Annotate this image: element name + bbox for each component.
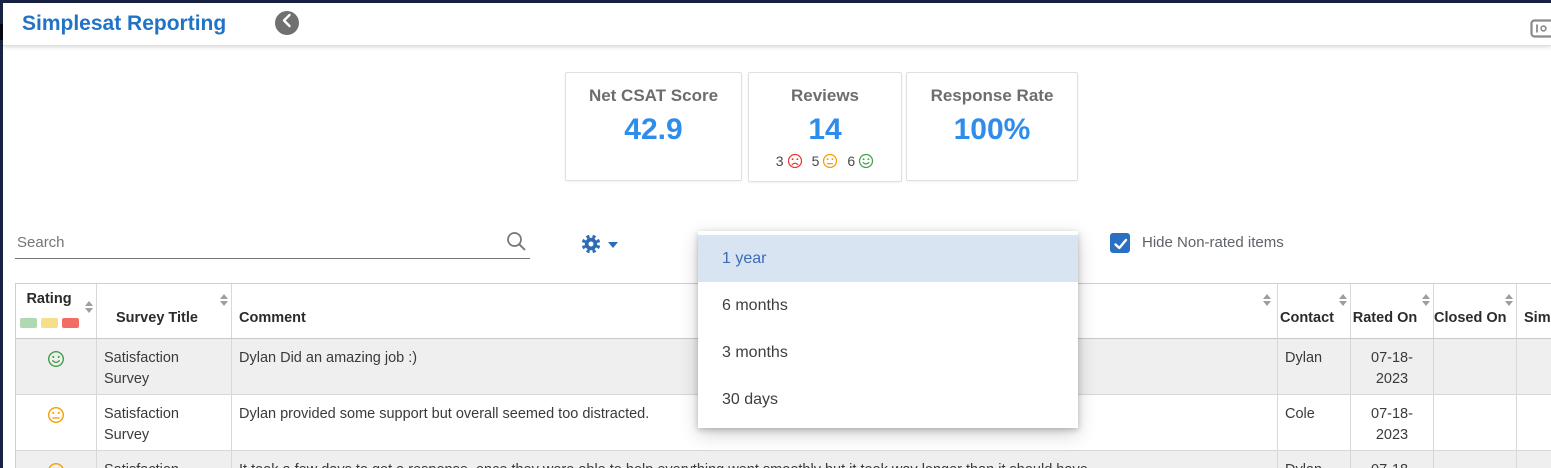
period-dropdown-menu: 1 year 6 months 3 months 30 days: [698, 231, 1078, 428]
response-rate-value: 100%: [953, 113, 1031, 146]
reviews-label: Reviews: [790, 86, 860, 105]
net-csat-label: Net CSAT Score: [588, 86, 719, 105]
page-title: Simplesat Reporting: [22, 12, 227, 35]
closed-on-header-label: Closed On: [1434, 310, 1507, 326]
sort-icon: [220, 294, 228, 306]
survey-title-cell: Satisfaction Survey: [97, 339, 232, 394]
left-border-notch: [0, 24, 3, 40]
rated-on-cell: 07-18-2023: [1351, 451, 1434, 468]
search-field: [15, 226, 530, 259]
sad-count: 3: [775, 153, 784, 169]
column-header-rating[interactable]: Rating: [16, 284, 97, 338]
column-header-simplesat[interactable]: Simp: [1517, 284, 1551, 338]
rated-on-cell: 07-18-2023: [1351, 339, 1434, 394]
rating-cell: [16, 395, 97, 450]
happy-count: 6: [847, 153, 856, 169]
net-csat-value: 42.9: [624, 113, 683, 146]
rated-on-cell: 07-18-2023: [1351, 395, 1434, 450]
chevron-left-icon: [276, 9, 299, 37]
rating-cell: [16, 451, 97, 468]
closed-on-cell: [1434, 451, 1517, 468]
dropdown-item-6-months[interactable]: 6 months: [698, 282, 1078, 329]
closed-on-cell: [1434, 395, 1517, 450]
settings-menu-button[interactable]: [578, 231, 624, 259]
neutral-face-icon: [47, 406, 65, 428]
sort-icon: [85, 301, 93, 313]
contact-cell: Dylan: [1278, 339, 1351, 394]
sad-face-icon: [787, 153, 803, 169]
contact-header-label: Contact: [1280, 310, 1334, 326]
contact-cell: Cole: [1278, 395, 1351, 450]
happy-face-icon: [858, 153, 874, 169]
reviews-value: 14: [808, 113, 842, 146]
legend-red-swatch: [61, 318, 79, 328]
header-bar: Simplesat Reporting: [3, 3, 1551, 46]
reviews-card: Reviews 14 3 5 6: [748, 72, 902, 182]
dropdown-item-30-days[interactable]: 30 days: [698, 376, 1078, 423]
sort-icon: [1422, 294, 1430, 306]
closed-on-cell: [1434, 339, 1517, 394]
neutral-face-icon: [822, 153, 838, 169]
response-rate-label: Response Rate: [930, 86, 1054, 105]
reviews-breakdown: 3 5 6: [749, 153, 901, 169]
rated-on-header-label: Rated On: [1352, 310, 1418, 326]
sort-icon: [1505, 294, 1513, 306]
search-icon[interactable]: [505, 230, 528, 258]
happy-count-item: 6: [847, 153, 874, 169]
simplesat-cell: [1517, 451, 1551, 468]
net-csat-card: Net CSAT Score 42.9: [565, 72, 742, 181]
table-row[interactable]: Satisfaction Survey It took a few days t…: [16, 451, 1551, 468]
sad-count-item: 3: [776, 153, 803, 169]
rating-cell: [16, 339, 97, 394]
dropdown-item-3-months[interactable]: 3 months: [698, 329, 1078, 376]
search-input[interactable]: [15, 226, 497, 256]
dropdown-item-1-year[interactable]: 1 year: [698, 235, 1078, 282]
legend-yellow-swatch: [40, 318, 58, 328]
survey-title-cell: Satisfaction Survey: [97, 395, 232, 450]
contact-cell: Dylan: [1278, 451, 1351, 468]
caret-down-icon: [608, 242, 618, 248]
response-rate-card: Response Rate 100%: [906, 72, 1078, 181]
simplesat-cell: [1517, 339, 1551, 394]
sort-icon: [1263, 294, 1271, 306]
hide-nonrated-label: Hide Non-rated items: [1142, 234, 1284, 251]
rating-legend: [16, 318, 82, 328]
gear-icon: [578, 234, 604, 261]
simplesat-reporting-page: Simplesat Reporting Net CSAT Score 42.9 …: [0, 0, 1551, 468]
survey-title-header-label: Survey Title: [116, 310, 198, 326]
neutral-count-item: 5: [812, 153, 839, 169]
comment-header-label: Comment: [239, 310, 306, 326]
simplesat-header-label: Simp: [1524, 310, 1551, 326]
happy-face-icon: [47, 350, 65, 372]
column-header-rated-on[interactable]: Rated On: [1351, 284, 1434, 338]
column-header-survey-title[interactable]: Survey Title: [97, 284, 232, 338]
survey-title-cell: Satisfaction Survey: [97, 451, 232, 468]
window-icon[interactable]: [1530, 19, 1551, 39]
hide-nonrated-checkbox[interactable]: [1110, 233, 1130, 253]
back-button[interactable]: [275, 11, 299, 35]
simplesat-cell: [1517, 395, 1551, 450]
left-border: [0, 0, 3, 468]
column-header-closed-on[interactable]: Closed On: [1434, 284, 1517, 338]
comment-cell: It took a few days to get a response, on…: [232, 451, 1278, 468]
column-header-contact[interactable]: Contact: [1278, 284, 1351, 338]
rating-header-label: Rating: [26, 291, 72, 307]
sort-icon: [1339, 294, 1347, 306]
neutral-count: 5: [811, 153, 820, 169]
legend-green-swatch: [19, 318, 37, 328]
